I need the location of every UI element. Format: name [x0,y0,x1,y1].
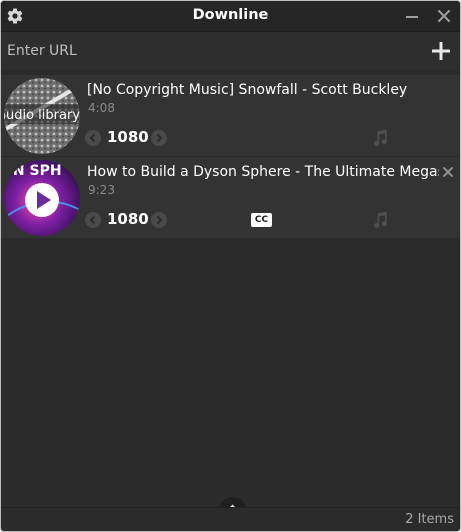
chevron-right-icon[interactable] [151,130,167,146]
thumbnail-text: ON SPH [4,163,62,179]
download-list: audio library [No Copyright Music] Snowf… [1,75,460,239]
item-duration: 9:23 [88,183,115,197]
quality-label: 1080 [107,210,149,228]
item-title: How to Build a Dyson Sphere - The Ultima… [87,164,439,180]
music-note-icon[interactable] [370,210,390,230]
captions-button[interactable]: CC [251,213,272,227]
thumbnail: audio library [4,78,80,154]
close-icon[interactable] [436,8,452,24]
chevron-right-icon[interactable] [151,212,167,228]
thumbnail-image: audio library [4,78,80,154]
close-icon[interactable] [442,166,454,178]
thumbnail-text: audio library [4,108,80,123]
list-item[interactable]: ON SPH How to Build a Dyson Sphere - The… [1,157,460,238]
list-item[interactable]: audio library [No Copyright Music] Snowf… [1,75,460,156]
url-input[interactable] [1,32,411,70]
thumbnail: ON SPH [4,160,80,236]
thumbnail-image: ON SPH [4,160,80,236]
chevron-left-icon[interactable] [85,130,101,146]
window-title: Downline [192,7,269,23]
url-bar [1,32,460,70]
chevron-left-icon[interactable] [85,212,101,228]
item-count: 2 Items [405,512,454,527]
title-bar[interactable]: Downline [1,1,460,32]
status-bar: 2 Items [1,507,460,531]
minimize-icon[interactable] [404,9,420,25]
quality-label: 1080 [107,128,149,146]
music-note-icon[interactable] [370,128,390,148]
plus-icon[interactable] [432,42,450,60]
app-window: Downline Enter URL audio library [No Cop… [0,0,461,532]
item-title: [No Copyright Music] Snowfall - Scott Bu… [87,82,408,98]
item-duration: 4:08 [88,101,115,115]
